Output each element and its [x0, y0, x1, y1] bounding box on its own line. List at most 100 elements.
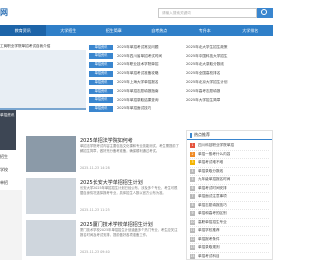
nav-item[interactable]: 大学排名 — [228, 25, 274, 36]
article-title[interactable]: 2025单招法学院如何考 — [80, 137, 133, 144]
list-item-title[interactable]: 2025年单招志愿填报指南 — [117, 89, 159, 94]
article-card[interactable]: 2025单招法学院如何考 单招法学院考试内容主要包括文化课和专业技能测试，考生需… — [26, 136, 182, 176]
list-item[interactable]: 单招资讯 2025年职业技术学院单招 — [89, 61, 189, 70]
list-item-title[interactable]: 2025年北京大学招生计划 — [186, 80, 228, 85]
hot-list-item[interactable]: 12 单招报考条件 — [190, 236, 269, 244]
hot-item-title[interactable]: 单招志愿填报技巧 — [198, 203, 227, 208]
hot-item-title[interactable]: 单招学校推荐 — [198, 228, 220, 233]
list-item[interactable]: 单招资讯 2025年上海大学单招报名 — [89, 78, 189, 87]
article-date: 2025-11-23 14:28 — [80, 166, 110, 170]
nav-item[interactable]: 招生简章 — [91, 25, 137, 36]
site-logo[interactable]: 网 — [0, 7, 8, 18]
hot-list-item[interactable]: 4 单招录取分数线 — [190, 168, 269, 176]
nav-item[interactable]: 专升本 — [182, 25, 228, 36]
hot-item-title[interactable]: 单招和高考的区别 — [198, 211, 227, 216]
list-item[interactable]: 单招资讯 2025年单招志愿填报指南 — [89, 87, 189, 96]
article-thumbnail[interactable] — [26, 220, 76, 256]
article-date: 2025-11-23 09:40 — [80, 250, 110, 254]
list-item[interactable]: 单招资讯 2025年四川省单招考试时间 — [89, 52, 189, 61]
hot-list-item[interactable]: 14 单招考试科目 — [190, 253, 269, 260]
nav-item[interactable]: 自考热点 — [137, 25, 183, 36]
hot-list-item[interactable]: 1 四川科技职业学院单招 — [190, 142, 269, 151]
hot-item-title[interactable]: 单招报考条件 — [198, 237, 220, 242]
rank-badge: 7 — [190, 194, 195, 200]
hot-item-title[interactable]: 高职单招招生专业 — [198, 220, 227, 225]
list-item-title[interactable]: 2025年四川省单招考试时间 — [117, 54, 162, 59]
hot-item-title[interactable]: 九年级单招报名时间 — [198, 177, 230, 182]
hot-list-item[interactable]: 6 单招考试时间安排 — [190, 185, 269, 193]
hot-item-title[interactable]: 单招考试难不难 — [198, 160, 223, 165]
list-item[interactable]: 2025年北大录取分数线 — [186, 61, 273, 70]
list-item-title[interactable]: 2025年大学招生简章 — [186, 98, 220, 103]
list-item-title[interactable]: 2025年中国科技大学招生 — [186, 54, 228, 59]
rank-badge: 4 — [190, 168, 195, 174]
hot-list-item[interactable]: 10 高职单招招生专业 — [190, 219, 269, 227]
rank-badge: 8 — [190, 202, 195, 208]
rank-badge: 3 — [190, 160, 195, 166]
hot-list-item[interactable]: 2 单招一般考什么内容 — [190, 151, 269, 159]
sidebar-item[interactable]: 单招 — [0, 176, 22, 189]
hot-list: 1 四川科技职业学院单招 2 单招一般考什么内容 3 单招考试难不难 4 单招录取分数线… — [187, 140, 272, 260]
main-nav: 教育资讯 大学招生 招生简章 自考热点 专升本 大学排名 — [0, 25, 273, 36]
list-item-title[interactable]: 2025年高考志愿填报 — [186, 89, 220, 94]
list-item[interactable]: 2025年北大学生招生政策 — [186, 43, 273, 52]
category-tag: 单招资讯 — [89, 79, 113, 86]
list-item-title[interactable]: 2025年单招考试准备攻略 — [117, 71, 159, 76]
nav-item[interactable]: 大学招生 — [46, 25, 92, 36]
article-title[interactable]: 2025厦门技术学校单招招生计划 — [80, 221, 153, 228]
hot-item-title[interactable]: 四川科技职业学院单招 — [198, 143, 234, 148]
list-item[interactable]: 单招资讯 2025年单招面试技巧 — [89, 105, 189, 114]
hot-item-title[interactable]: 单招录取规则 — [198, 245, 220, 250]
list-item-title[interactable]: 2025年上海大学单招报名 — [117, 80, 159, 85]
hot-item-title[interactable]: 单招考试时间安排 — [198, 186, 227, 191]
list-item[interactable]: 单招资讯 2025年单招录取结果查询 — [89, 96, 189, 105]
sidebar-background — [0, 190, 22, 260]
list-item[interactable]: 2025年全国高校排名 — [186, 69, 273, 78]
list-item[interactable]: 2025年北京大学招生计划 — [186, 78, 273, 87]
hot-list-item[interactable]: 7 单招面试注意事项 — [190, 193, 269, 202]
category-tag: 单招资讯 — [89, 88, 113, 95]
rank-badge: 11 — [190, 228, 195, 234]
hot-panel: 热点推荐 1 四川科技职业学院单招 2 单招一般考什么内容 3 单招考试难不难 4 单招… — [186, 130, 273, 260]
hot-item-title[interactable]: 单招录取分数线 — [198, 169, 223, 174]
rank-badge: 9 — [190, 211, 195, 217]
hot-item-title[interactable]: 单招面试注意事项 — [198, 194, 227, 199]
list-item-title[interactable]: 2025年全国高校排名 — [186, 71, 220, 76]
hot-list-item[interactable]: 13 单招录取规则 — [190, 244, 269, 253]
article-card[interactable]: 2025厦门技术学校单招招生计划 厦门技术学校2025年单招招生计划涵盖多个热门… — [26, 220, 182, 260]
article-thumbnail[interactable] — [26, 136, 76, 172]
hot-list-item[interactable]: 3 单招考试难不难 — [190, 159, 269, 168]
list-item-title[interactable]: 2025年单招录取结果查询 — [117, 98, 159, 103]
search-button[interactable] — [257, 8, 273, 18]
hot-item-title[interactable]: 单招考试科目 — [198, 254, 220, 259]
hot-list-item[interactable]: 5 九年级单招报名时间 — [190, 176, 269, 185]
hot-list-item[interactable]: 9 单招和高考的区别 — [190, 210, 269, 219]
article-title[interactable]: 2025长安大学单招招生计划 — [80, 179, 143, 186]
rank-badge: 12 — [190, 236, 195, 242]
list-item-title[interactable]: 2025年北大录取分数线 — [186, 62, 224, 67]
nav-item[interactable]: 教育资讯 — [0, 25, 46, 36]
list-item-title[interactable]: 2025年单招考试常见问题 — [117, 45, 159, 50]
article-card[interactable]: 2025长安大学单招招生计划 长安大学2025年单招招生计划已经公布，涉及多个专… — [26, 178, 182, 218]
list-item[interactable]: 单招资讯 2025年单招考试常见问题 — [89, 43, 189, 52]
sidebar-item[interactable]: 学校 — [0, 163, 22, 176]
rank-badge: 13 — [190, 245, 195, 251]
article-thumbnail[interactable] — [26, 178, 76, 214]
hot-list-item[interactable]: 11 单招学校推荐 — [190, 227, 269, 236]
banner-image[interactable] — [0, 50, 86, 108]
list-item[interactable]: 2025年中国科技大学招生 — [186, 52, 273, 61]
hot-list-item[interactable]: 8 单招志愿填报技巧 — [190, 202, 269, 210]
sidebar-item[interactable]: 招生 — [0, 150, 22, 163]
list-item-title[interactable]: 2025年北大学生招生政策 — [186, 45, 228, 50]
search-input[interactable]: 请输入搜索关键词 — [158, 8, 257, 18]
list-item[interactable]: 单招资讯 2025年单招考试准备攻略 — [89, 69, 189, 78]
list-item[interactable]: 2025年大学招生简章 — [186, 96, 273, 105]
list-item-title[interactable]: 2025年单招面试技巧 — [117, 106, 151, 111]
article-summary: 单招法学院考试内容主要包括文化课和专业技能测试，考生需提前了解招生简章，做好充分… — [80, 144, 179, 153]
category-tag: 单招资讯 — [89, 53, 113, 59]
list-item-title[interactable]: 2025年职业技术学院单招 — [117, 62, 159, 67]
banner-caption[interactable]: 工商职业学院单招考试自我介绍 — [0, 44, 86, 49]
hot-panel-title: 热点推荐 — [194, 132, 210, 137]
hot-item-title[interactable]: 单招一般考什么内容 — [198, 152, 230, 157]
list-item[interactable]: 2025年高考志愿填报 — [186, 87, 273, 96]
